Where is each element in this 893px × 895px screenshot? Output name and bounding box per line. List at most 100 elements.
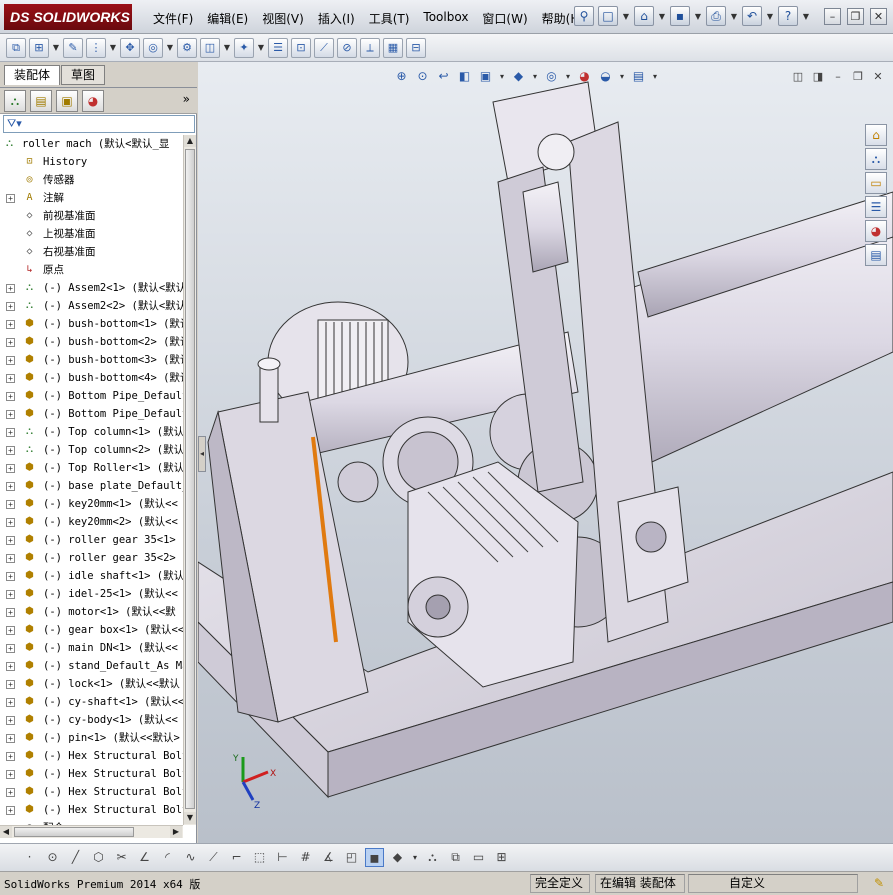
print-icon[interactable]: ⎙ [706, 6, 726, 26]
tree-item[interactable]: + ⛬ (-) Assem2<1> (默认<默认 [0, 279, 183, 297]
expand-icon[interactable]: + [6, 428, 15, 437]
scroll-up-icon[interactable]: ▲ [184, 135, 196, 147]
arc-icon[interactable]: ◜ [158, 848, 177, 867]
corner-icon[interactable]: ⌐ [227, 848, 246, 867]
help-icon[interactable]: ? [778, 6, 798, 26]
expand-icon[interactable]: + [6, 644, 15, 653]
tree-item[interactable]: + ⬢ (-) motor<1> (默认<<默 [0, 603, 183, 621]
chevron-down-icon[interactable]: ▼ [166, 43, 174, 52]
appearances-icon[interactable]: ◕ [865, 220, 887, 242]
menu-insert[interactable]: 插入(I) [311, 8, 362, 29]
mate-icon[interactable]: ⊞ [29, 37, 49, 58]
tree-item[interactable]: + A 注解 [0, 189, 183, 207]
custom-properties-icon[interactable]: ▤ [865, 244, 887, 266]
expand-icon[interactable]: + [6, 788, 15, 797]
pin-icon[interactable]: ⚲ [574, 6, 594, 26]
chevron-down-icon[interactable]: ▼ [622, 12, 630, 21]
trim-icon[interactable]: ✂ [112, 848, 131, 867]
menu-edit[interactable]: 编辑(E) [200, 8, 255, 29]
chevron-down-icon[interactable]: ▼ [730, 12, 738, 21]
chevron-down-icon[interactable]: ▾ [618, 72, 626, 81]
centerline-icon[interactable]: ∠ [135, 848, 154, 867]
expand-icon[interactable]: + [6, 392, 15, 401]
tree-item[interactable]: + ⬢ (-) lock<1> (默认<<默认 [0, 675, 183, 693]
tab-assembly[interactable]: 装配体 [4, 65, 61, 85]
chevron-down-icon[interactable]: ▾ [531, 72, 539, 81]
tree-item[interactable]: + ⬢ (-) idle shaft<1> (默认 [0, 567, 183, 585]
scroll-down-icon[interactable]: ▼ [184, 812, 196, 824]
tree-item[interactable]: + ⬢ (-) roller gear 35<1> ( [0, 531, 183, 549]
instant3d-icon[interactable]: ▦ [383, 37, 403, 58]
shaded-icon[interactable]: ◼ [365, 848, 384, 867]
hide-show-items-icon[interactable]: ◎ [543, 68, 560, 85]
close-icon[interactable]: ✕ [871, 70, 885, 84]
tree-item[interactable]: + ⬢ (-) gear box<1> (默认<< [0, 621, 183, 639]
view-settings-icon[interactable]: ▤ [630, 68, 647, 85]
exploded-view-icon[interactable]: ⊡ [291, 37, 311, 58]
previous-view-icon[interactable]: ↩ [435, 68, 452, 85]
scroll-right-icon[interactable]: ▶ [170, 826, 182, 838]
slot-icon[interactable]: ⟋ [204, 848, 223, 867]
move-component-icon[interactable]: ✥ [120, 37, 140, 58]
menu-tools[interactable]: 工具(T) [362, 8, 417, 29]
tree-item[interactable]: ⊡ History [0, 153, 183, 171]
tree-item[interactable]: + ⬢ (-) Bottom Pipe_Default [0, 387, 183, 405]
spline-icon[interactable]: ∿ [181, 848, 200, 867]
menu-file[interactable]: 文件(F) [146, 8, 200, 29]
tree-filter[interactable]: ⛛▾ [3, 115, 195, 133]
expand-icon[interactable]: + [6, 320, 15, 329]
tab-sketch[interactable]: 草图 [61, 65, 106, 85]
point-icon[interactable]: · [20, 848, 39, 867]
insert-component-icon[interactable]: ⧉ [6, 37, 26, 58]
expand-icon[interactable]: + [6, 536, 15, 545]
chevron-down-icon[interactable]: ▼ [109, 43, 117, 52]
expand-icon[interactable]: + [6, 770, 15, 779]
expand-icon[interactable]: + [6, 302, 15, 311]
expand-icon[interactable]: + [6, 716, 15, 725]
tree-item[interactable]: + ⬢ (-) roller gear 35<2> ( [0, 549, 183, 567]
property-manager-icon[interactable]: ▤ [30, 89, 52, 112]
expand-icon[interactable]: + [6, 554, 15, 563]
tree-item[interactable]: + ⬢ (-) Hex Structural Bolt [0, 765, 183, 783]
minimize-icon[interactable]: – [831, 70, 845, 84]
zoom-to-fit-icon[interactable]: ⊕ [393, 68, 410, 85]
zoom-to-area-icon[interactable]: ⊙ [414, 68, 431, 85]
tree-vertical-scrollbar[interactable]: ▲ ▼ [183, 135, 196, 825]
chevron-down-icon[interactable]: ▾ [411, 853, 419, 862]
chevron-down-icon[interactable]: ▼ [658, 12, 666, 21]
tree-item[interactable]: ◇ 右视基准面 [0, 243, 183, 261]
tree-item[interactable]: + ⬢ (-) pin<1> (默认<<默认> [0, 729, 183, 747]
dimension-icon[interactable]: ⊢ [273, 848, 292, 867]
close-icon[interactable]: ✕ [870, 8, 887, 25]
tree-item[interactable]: + ⛬ (-) Assem2<2> (默认<默认 [0, 297, 183, 315]
expand-icon[interactable]: + [6, 464, 15, 473]
tree-item[interactable]: + ⬢ (-) bush-bottom<1> (默认 [0, 315, 183, 333]
expand-icon[interactable]: + [6, 608, 15, 617]
expand-icon[interactable]: + [6, 194, 15, 203]
linear-pattern-icon[interactable]: ⋮ [86, 37, 106, 58]
lock-knob[interactable] [259, 361, 279, 423]
menu-window[interactable]: 窗口(W) [475, 8, 534, 29]
graphics-area[interactable]: ⊕ ⊙ ↩ ◧ ▣ ▾ ◆ ▾ ◎ ▾ ◕ ◒ ▾ ▤ ▾ ◫ ◨ – ❐ ✕ … [198, 62, 893, 843]
file-explorer-icon[interactable]: ▭ [865, 172, 887, 194]
display-mode-icon[interactable]: ◆ [388, 848, 407, 867]
scroll-left-icon[interactable]: ◀ [0, 826, 12, 838]
interference-icon[interactable]: ⊘ [337, 37, 357, 58]
explode-icon[interactable]: ⧉ [446, 848, 465, 867]
tree-item[interactable]: + ⬢ (-) Top Roller<1> (默认 [0, 459, 183, 477]
expand-icon[interactable]: + [6, 356, 15, 365]
menu-view[interactable]: 视图(V) [255, 8, 311, 29]
restore-icon[interactable]: ❐ [851, 70, 865, 84]
chevron-down-icon[interactable]: ▼ [766, 12, 774, 21]
edit-appearance-icon[interactable]: ◕ [576, 68, 593, 85]
rectangle-icon[interactable]: ⬚ [250, 848, 269, 867]
expand-icon[interactable]: + [6, 662, 15, 671]
expand-icon[interactable]: + [6, 284, 15, 293]
assembly-features-icon[interactable]: ⚙ [177, 37, 197, 58]
roller-machine-model[interactable] [198, 62, 893, 843]
chevron-down-icon[interactable]: ▼ [802, 12, 810, 21]
tree-item[interactable]: ◇ 上视基准面 [0, 225, 183, 243]
new-motion-study-icon[interactable]: ✦ [234, 37, 254, 58]
rebuild-icon[interactable]: ⊟ [406, 37, 426, 58]
tree-item[interactable]: + ⬢ (-) cy-body<1> (默认<< [0, 711, 183, 729]
